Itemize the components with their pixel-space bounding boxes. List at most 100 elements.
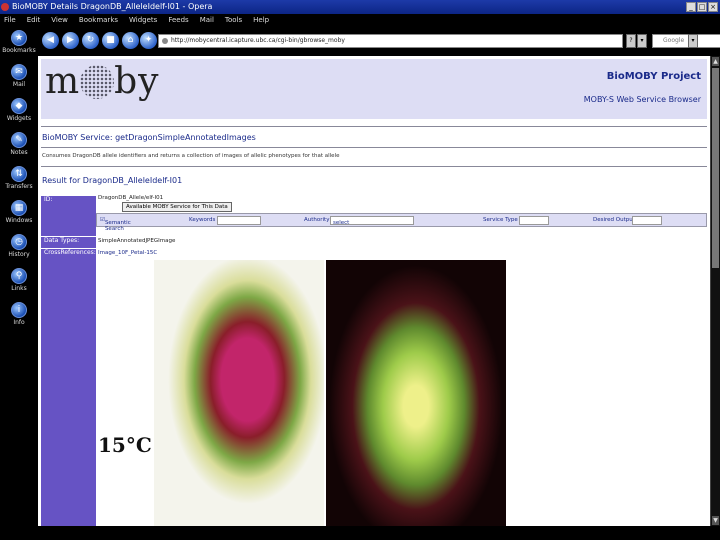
sidebar-item-label: History <box>8 251 30 258</box>
cross-ref-label: CrossReferences: <box>44 249 96 256</box>
menu-help[interactable]: Help <box>253 14 269 26</box>
search-input[interactable]: Google <box>652 34 720 48</box>
desired-output-input[interactable] <box>632 216 662 225</box>
menu-mail[interactable]: Mail <box>200 14 214 26</box>
maximize-button[interactable]: □ <box>697 2 707 12</box>
links-icon: ⚲ <box>11 268 27 284</box>
search-form: ☑ Semantic Search Keywords Authority sel… <box>96 213 707 232</box>
id-value: DragonDB_Allele/elf-I01 <box>98 195 164 201</box>
divider <box>41 126 707 127</box>
browser-subtitle: MOBY-S Web Service Browser <box>583 95 701 104</box>
close-button[interactable]: × <box>708 2 718 12</box>
temperature-caption: 15°C <box>98 433 152 457</box>
stop-button[interactable]: ■ <box>102 32 119 49</box>
back-button[interactable]: ◀ <box>42 32 59 49</box>
sidebar-item-notes[interactable]: ✎ Notes <box>0 132 38 156</box>
scroll-thumb[interactable] <box>712 68 719 268</box>
minimize-button[interactable]: _ <box>686 2 696 12</box>
semantic-search-label: Semantic Search <box>104 220 131 232</box>
data-type-value-cell: SimpleAnnotatedJPEGImage <box>96 238 707 247</box>
project-title: BioMOBY Project <box>606 71 701 82</box>
menu-view[interactable]: View <box>51 14 68 26</box>
transfers-icon: ⇅ <box>11 166 27 182</box>
mail-icon: ✉ <box>11 64 27 80</box>
navigation-bar: ◀ ▶ ↻ ■ ⌂ ✦ http://mobycentral.icapture.… <box>38 26 720 56</box>
id-label: ID: <box>44 196 53 203</box>
service-type-label: Service Type <box>483 217 518 223</box>
menu-tools[interactable]: Tools <box>225 14 242 26</box>
moby-logo: m by <box>45 61 160 102</box>
sidebar-item-mail[interactable]: ✉ Mail <box>0 64 38 88</box>
search-dropdown-button[interactable]: ▾ <box>688 34 698 48</box>
windows-icon: ▦ <box>11 200 27 216</box>
sidebar-item-windows[interactable]: ▦ Windows <box>0 200 38 224</box>
data-type-label: Data Types: <box>44 237 80 244</box>
opera-icon <box>1 3 9 11</box>
notes-icon: ✎ <box>11 132 27 148</box>
divider <box>41 147 707 148</box>
window-title: BioMOBY Details DragonDB_AlleleIdelf-I01… <box>12 2 213 11</box>
help-button[interactable]: ? <box>626 34 636 48</box>
service-title: BioMOBY Service: getDragonSimpleAnnotate… <box>42 133 256 142</box>
panel-sidebar: ★ Bookmarks ✉ Mail ◆ Widgets ✎ Notes ⇅ Transf… <box>0 26 38 526</box>
menu-file[interactable]: File <box>4 14 16 26</box>
wand-icon[interactable]: ✦ <box>140 32 157 49</box>
scroll-up-icon[interactable]: ▲ <box>712 57 719 66</box>
service-description: Consumes DragonDB allele identifiers and… <box>42 153 340 159</box>
result-title: Result for DragonDB_AlleleIdelf-I01 <box>42 176 183 185</box>
keywords-label: Keywords <box>189 217 216 223</box>
info-icon: i <box>11 302 27 318</box>
widgets-icon: ◆ <box>11 98 27 114</box>
forward-button[interactable]: ▶ <box>62 32 79 49</box>
flower-photo-side <box>154 260 324 526</box>
menu-widgets[interactable]: Widgets <box>129 14 157 26</box>
keywords-input[interactable] <box>217 216 261 225</box>
status-bar <box>0 526 720 540</box>
sidebar-item-history[interactable]: ◷ History <box>0 234 38 258</box>
menu-bar: File Edit View Bookmarks Widgets Feeds M… <box>0 14 720 26</box>
menu-feeds[interactable]: Feeds <box>168 14 188 26</box>
id-label-cell: ID: <box>41 196 96 236</box>
sidebar-item-widgets[interactable]: ◆ Widgets <box>0 98 38 122</box>
semantic-search-checkbox[interactable]: ☑ Semantic Search <box>100 217 131 232</box>
cross-ref-value-cell: Image_10F_Petal-15C <box>96 250 707 259</box>
page-header: m by BioMOBY Project MOBY-S Web Service B… <box>41 59 707 119</box>
data-type-value: SimpleAnnotatedJPEGImage <box>98 238 176 244</box>
divider <box>41 166 707 167</box>
data-type-label-cell: Data Types: <box>41 237 96 248</box>
sidebar-item-bookmarks[interactable]: ★ Bookmarks <box>0 30 38 54</box>
sidebar-item-label: Transfers <box>5 183 33 190</box>
sidebar-item-label: Windows <box>5 217 33 224</box>
cross-ref-link[interactable]: Image_10F_Petal-15C <box>98 250 157 256</box>
authority-select[interactable]: select <box>330 216 414 226</box>
title-bar: BioMOBY Details DragonDB_AlleleIdelf-I01… <box>0 0 720 14</box>
desired-output-label: Desired Output <box>593 217 635 223</box>
sidebar-item-label: Info <box>13 319 25 326</box>
sidebar-item-links[interactable]: ⚲ Links <box>0 268 38 292</box>
scroll-down-icon[interactable]: ▼ <box>712 516 719 525</box>
address-dropdown-button[interactable]: ▾ <box>637 34 647 48</box>
history-icon: ◷ <box>11 234 27 250</box>
service-type-input[interactable] <box>519 216 549 225</box>
bookmark-icon: ★ <box>11 30 27 46</box>
page-icon <box>162 38 168 44</box>
authority-label: Authority <box>304 217 330 223</box>
vertical-scrollbar[interactable]: ▲ ▼ <box>710 56 720 526</box>
sidebar-item-label: Widgets <box>6 115 32 122</box>
search-placeholder: Google <box>663 37 685 44</box>
moby-services-button[interactable]: Available MOBY Service for This Data <box>122 202 232 212</box>
reload-button[interactable]: ↻ <box>82 32 99 49</box>
cross-ref-label-cell: CrossReferences: <box>41 249 96 526</box>
sidebar-item-label: Notes <box>10 149 28 156</box>
home-button[interactable]: ⌂ <box>122 32 139 49</box>
address-text: http://mobycentral.icapture.ubc.ca/cgi-b… <box>171 37 345 44</box>
sidebar-item-label: Mail <box>12 81 26 88</box>
menu-bookmarks[interactable]: Bookmarks <box>79 14 118 26</box>
address-field[interactable]: http://mobycentral.icapture.ubc.ca/cgi-b… <box>158 34 623 48</box>
sidebar-item-transfers[interactable]: ⇅ Transfers <box>0 166 38 190</box>
authority-value: select <box>333 220 350 226</box>
sidebar-item-info[interactable]: i Info <box>0 302 38 326</box>
sidebar-item-label: Links <box>11 285 27 292</box>
sidebar-item-label: Bookmarks <box>2 47 36 54</box>
menu-edit[interactable]: Edit <box>27 14 41 26</box>
